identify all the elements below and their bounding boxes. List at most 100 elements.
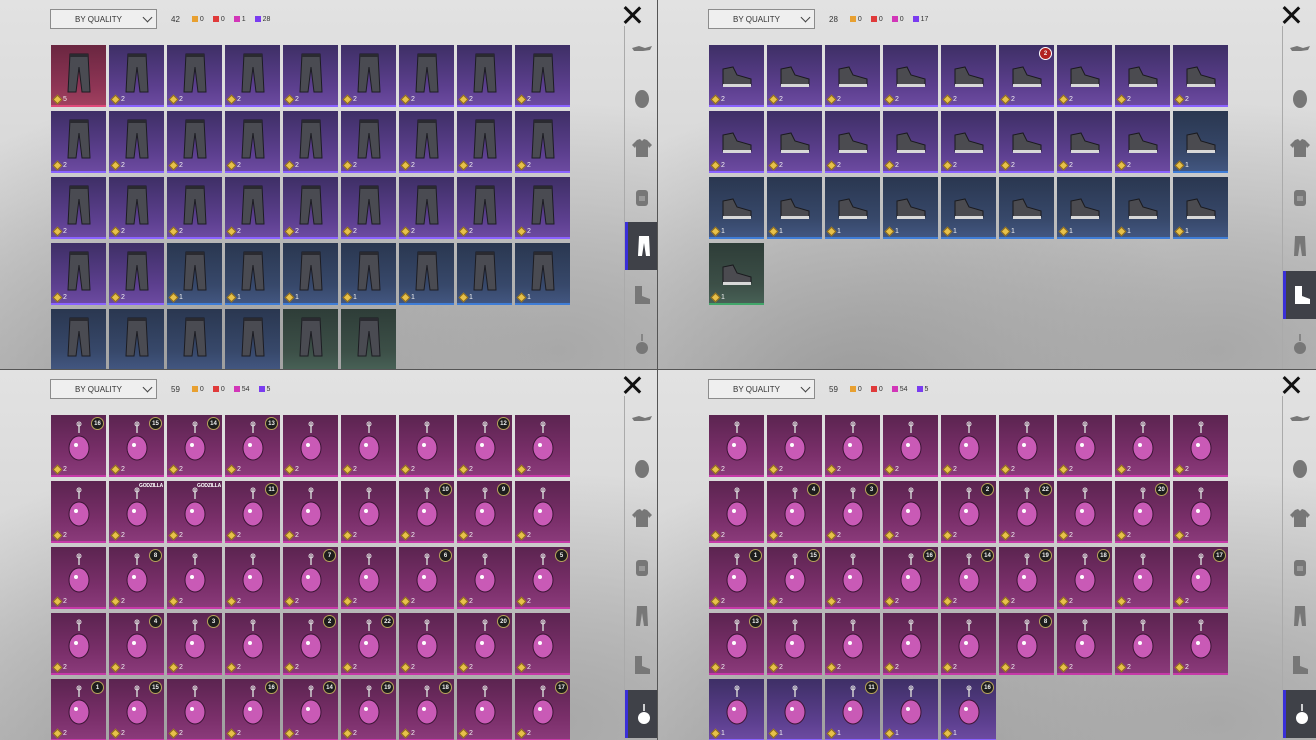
tab-charm[interactable] — [625, 320, 657, 368]
item-card[interactable]: 1 — [883, 177, 938, 239]
item-card[interactable]: 2 — [1173, 481, 1228, 543]
tab-pants[interactable] — [625, 222, 657, 270]
tab-head[interactable] — [1283, 75, 1316, 123]
tab-shoe[interactable] — [625, 271, 657, 319]
item-card[interactable]: 2 — [225, 613, 280, 675]
tab-charm[interactable] — [1283, 320, 1316, 368]
tab-backpack[interactable] — [625, 543, 657, 591]
item-card[interactable]: 2 — [515, 111, 570, 173]
item-card[interactable]: 2 18 — [399, 679, 454, 740]
item-card[interactable]: 2 — [167, 45, 222, 107]
item-card[interactable]: 2 — [999, 415, 1054, 477]
tab-pants[interactable] — [625, 592, 657, 640]
item-card[interactable]: 2 — [283, 45, 338, 107]
item-card[interactable]: 1 — [225, 243, 280, 305]
item-card[interactable]: 1 — [167, 243, 222, 305]
item-card[interactable]: 2 — [457, 111, 512, 173]
item-card[interactable]: 2 14 — [283, 679, 338, 740]
item-card[interactable]: 2 18 — [1057, 547, 1112, 609]
item-card[interactable]: 2 — [51, 177, 106, 239]
item-card[interactable]: 2 15 — [767, 547, 822, 609]
item-card[interactable]: 22 — [941, 481, 996, 543]
item-card[interactable]: 2 — [457, 177, 512, 239]
item-card[interactable]: 1 — [515, 243, 570, 305]
tab-jacket[interactable] — [1283, 124, 1316, 172]
item-card[interactable]: 2 — [941, 45, 996, 107]
item-card[interactable]: 2 — [825, 613, 880, 675]
item-card[interactable]: 2 20 — [1115, 481, 1170, 543]
item-card[interactable]: 26 — [399, 547, 454, 609]
item-card[interactable]: 2 11 — [225, 481, 280, 543]
item-card[interactable]: 2 — [767, 111, 822, 173]
item-card[interactable]: 2 13 — [225, 415, 280, 477]
item-card[interactable]: 2 17 — [515, 679, 570, 740]
item-card[interactable]: 2 — [1115, 415, 1170, 477]
item-card[interactable]: 1 — [767, 679, 822, 740]
item-card[interactable]: 2 — [1057, 415, 1112, 477]
item-card[interactable]: 28 — [109, 547, 164, 609]
item-card[interactable]: 2 15 — [109, 679, 164, 740]
item-card[interactable]: 2 GODZILLA — [109, 481, 164, 543]
item-card[interactable]: 2 15 — [109, 415, 164, 477]
item-card[interactable]: 2 16 — [883, 547, 938, 609]
item-card[interactable]: 2 — [515, 45, 570, 107]
item-card[interactable]: 2 — [709, 45, 764, 107]
item-card[interactable]: 2 22 — [999, 481, 1054, 543]
tab-mask[interactable] — [1283, 26, 1316, 74]
item-card[interactable] — [167, 309, 222, 369]
item-card[interactable]: 2 — [883, 613, 938, 675]
tab-charm[interactable] — [625, 690, 657, 738]
item-card[interactable]: 2 — [767, 45, 822, 107]
item-card[interactable]: 2 — [709, 415, 764, 477]
item-card[interactable]: 24 — [767, 481, 822, 543]
tab-mask[interactable] — [1283, 396, 1316, 444]
item-card[interactable]: 1 — [767, 177, 822, 239]
item-card[interactable]: 2 — [825, 415, 880, 477]
item-card[interactable]: 2 — [225, 177, 280, 239]
tab-backpack[interactable] — [1283, 543, 1316, 591]
item-card[interactable]: 2 — [825, 45, 880, 107]
item-card[interactable]: 2 — [883, 415, 938, 477]
item-card[interactable]: 2 — [341, 415, 396, 477]
item-card[interactable]: 2 17 — [1173, 547, 1228, 609]
item-card[interactable]: 2 — [51, 481, 106, 543]
item-card[interactable]: 1 — [709, 243, 764, 305]
item-card[interactable]: 2 — [341, 481, 396, 543]
item-card[interactable]: 2 — [883, 111, 938, 173]
item-card[interactable]: 2 — [883, 481, 938, 543]
item-card[interactable]: 2 16 — [51, 415, 106, 477]
item-card[interactable]: 2 — [109, 45, 164, 107]
item-card[interactable]: 1 — [941, 177, 996, 239]
item-card[interactable]: 1 — [709, 679, 764, 740]
item-card[interactable]: 2 — [941, 415, 996, 477]
tab-head[interactable] — [625, 75, 657, 123]
item-card[interactable]: 2 — [1057, 481, 1112, 543]
item-card[interactable]: 2 20 — [457, 613, 512, 675]
tab-jacket[interactable] — [1283, 494, 1316, 542]
tab-mask[interactable] — [625, 26, 657, 74]
tab-jacket[interactable] — [625, 494, 657, 542]
tab-head[interactable] — [625, 445, 657, 493]
item-card[interactable]: 1 — [1173, 177, 1228, 239]
item-card[interactable]: 2 — [457, 547, 512, 609]
item-card[interactable]: 2 — [341, 111, 396, 173]
item-card[interactable]: 2 — [225, 45, 280, 107]
item-card[interactable]: 2 — [515, 415, 570, 477]
item-card[interactable]: 1 — [1173, 111, 1228, 173]
item-card[interactable]: 2 14 — [167, 415, 222, 477]
item-card[interactable]: 21 — [709, 547, 764, 609]
item-card[interactable]: 29 — [457, 481, 512, 543]
item-card[interactable]: 1 — [825, 177, 880, 239]
tab-charm[interactable] — [1283, 690, 1316, 738]
item-card[interactable]: 2 — [825, 111, 880, 173]
item-card[interactable]: 2 16 — [225, 679, 280, 740]
item-card[interactable]: 1 — [457, 243, 512, 305]
item-card[interactable]: 2 — [283, 177, 338, 239]
item-card[interactable]: 2 — [51, 547, 106, 609]
item-card[interactable]: 23 — [167, 613, 222, 675]
sort-dropdown[interactable]: BY QUALITY — [708, 379, 815, 399]
item-card[interactable] — [109, 309, 164, 369]
item-card[interactable]: 2 — [1115, 613, 1170, 675]
item-card[interactable]: 2 — [341, 45, 396, 107]
item-card[interactable]: 2 — [1115, 111, 1170, 173]
